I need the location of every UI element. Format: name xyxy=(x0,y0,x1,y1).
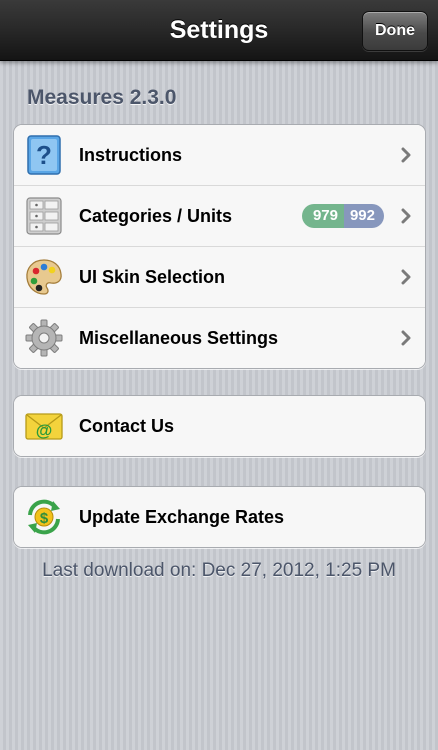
chevron-right-icon xyxy=(401,147,411,163)
svg-text:$: $ xyxy=(40,510,49,527)
svg-text:?: ? xyxy=(36,140,52,170)
row-ui-skin-selection[interactable]: UI Skin Selection xyxy=(14,246,425,307)
row-categories-units[interactable]: Categories / Units 979 992 xyxy=(14,185,425,246)
chevron-right-icon xyxy=(401,330,411,346)
palette-icon xyxy=(26,259,62,295)
row-instructions[interactable]: ? Instructions xyxy=(14,125,425,185)
currency-refresh-icon: $ xyxy=(28,499,60,535)
update-group: $ Update Exchange Rates xyxy=(13,486,426,548)
unit-count: 992 xyxy=(343,204,384,228)
gear-icon xyxy=(25,319,63,357)
count-badge: 979 992 xyxy=(301,204,384,228)
svg-text:@: @ xyxy=(36,421,53,440)
help-icon: ? xyxy=(27,135,61,175)
row-label: Categories / Units xyxy=(79,206,233,226)
settings-group: ? Instructions Categories / Units 979 99… xyxy=(13,124,426,369)
section-header: Measures 2.3.0 xyxy=(27,86,177,109)
email-icon: @ xyxy=(25,413,63,440)
row-label: UI Skin Selection xyxy=(79,267,226,287)
categories-icon xyxy=(26,197,62,235)
row-label: Instructions xyxy=(79,145,183,165)
chevron-right-icon xyxy=(401,269,411,285)
last-download-text: Last download on: Dec 27, 2012, 1:25 PM xyxy=(42,560,396,581)
row-miscellaneous-settings[interactable]: Miscellaneous Settings xyxy=(14,307,425,368)
done-button[interactable]: Done xyxy=(362,11,428,51)
chevron-right-icon xyxy=(401,208,411,224)
row-update-exchange-rates[interactable]: $ Update Exchange Rates xyxy=(14,487,425,547)
row-label: Miscellaneous Settings xyxy=(79,328,279,348)
navigation-bar: Settings Done xyxy=(0,0,438,61)
category-count: 979 xyxy=(301,204,344,228)
row-contact-us[interactable]: @ Contact Us xyxy=(14,396,425,456)
row-label: Contact Us xyxy=(79,416,175,436)
contact-group: @ Contact Us xyxy=(13,395,426,457)
row-label: Update Exchange Rates xyxy=(79,507,285,527)
